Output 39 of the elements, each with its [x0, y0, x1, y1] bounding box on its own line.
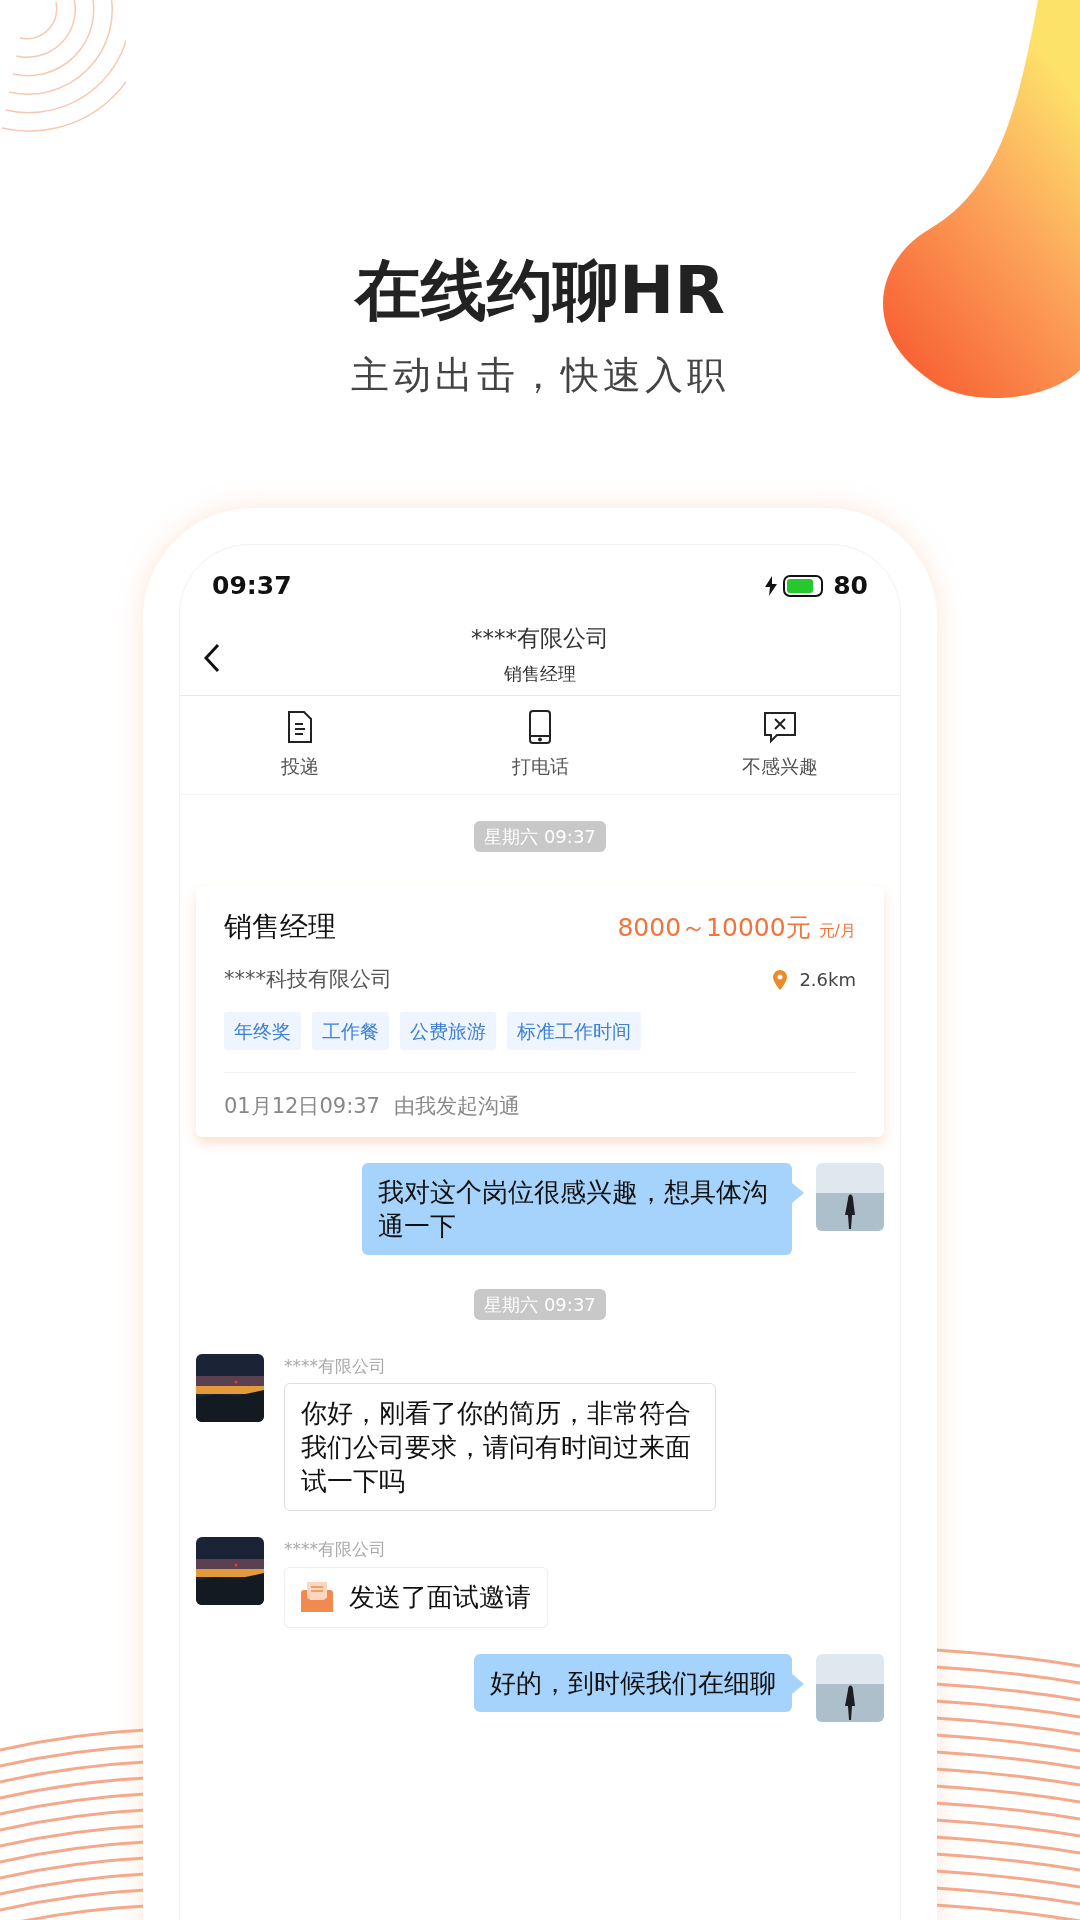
status-time: 09:37 — [212, 570, 292, 603]
received-message-bubble: 你好，刚看了你的简历，非常符合我们公司要求，请问有时间过来面试一下吗 — [284, 1383, 716, 1511]
sender-name: ****有限公司 — [284, 1538, 387, 1561]
distance-label: 2.6km — [799, 968, 856, 993]
close-message-icon — [763, 709, 797, 744]
action-button[interactable]: 打电话 — [420, 709, 660, 780]
bubble-pointer — [792, 1182, 804, 1203]
battery-icon — [783, 575, 824, 597]
invitation-text: 发送了面试邀请 — [349, 1580, 531, 1614]
benefit-tag: 年终奖 — [224, 1011, 301, 1050]
person-photo-avatar — [816, 1162, 884, 1231]
chat-subtitle: 销售经理 — [504, 661, 576, 686]
benefit-tag: 公费旅游 — [400, 1011, 496, 1050]
sent-message-bubble: 我对这个岗位很感兴趣，想具体沟通一下 — [362, 1162, 792, 1255]
salary-unit: 元/月 — [818, 920, 856, 942]
envelope-icon — [301, 1582, 333, 1612]
document-icon — [285, 709, 315, 744]
action-button[interactable]: 投递 — [180, 709, 420, 780]
sent-message-bubble: 好的，到时候我们在细聊 — [474, 1653, 792, 1712]
subheadline: 主动出击，快速入职 — [351, 356, 729, 394]
person-photo-avatar — [816, 1653, 884, 1722]
bubble-pointer — [792, 1673, 804, 1694]
company-name: ****科技有限公司 — [224, 966, 392, 993]
job-card[interactable]: 销售经理 8000～10000元 元/月 ****科技有限公司 2.6km 年终奖 工作餐 公费旅游 标准工作时间 01月12日09:37 由我发起沟通 — [196, 886, 884, 1137]
sender-name: ****有限公司 — [284, 1354, 387, 1378]
chat-title: ****有限公司 — [471, 624, 609, 653]
salary-range: 8000～10000元 — [617, 912, 811, 944]
location-pin-icon — [773, 969, 788, 990]
job-title: 销售经理 — [224, 909, 336, 945]
benefit-tag: 工作餐 — [312, 1011, 389, 1050]
conversation-note: 由我发起沟通 — [393, 1093, 520, 1120]
benefit-tag: 标准工作时间 — [507, 1011, 641, 1050]
interview-invitation-bubble[interactable]: 发送了面试邀请 — [284, 1566, 548, 1628]
conversation-date: 01月12日09:37 — [224, 1093, 380, 1120]
battery-percentage: 80 — [833, 570, 868, 603]
action-button[interactable]: 不感兴趣 — [660, 709, 900, 780]
headline: 在线约聊HR — [354, 258, 726, 324]
sunset-photo-avatar — [196, 1537, 264, 1605]
sunset-photo-avatar — [196, 1353, 264, 1422]
